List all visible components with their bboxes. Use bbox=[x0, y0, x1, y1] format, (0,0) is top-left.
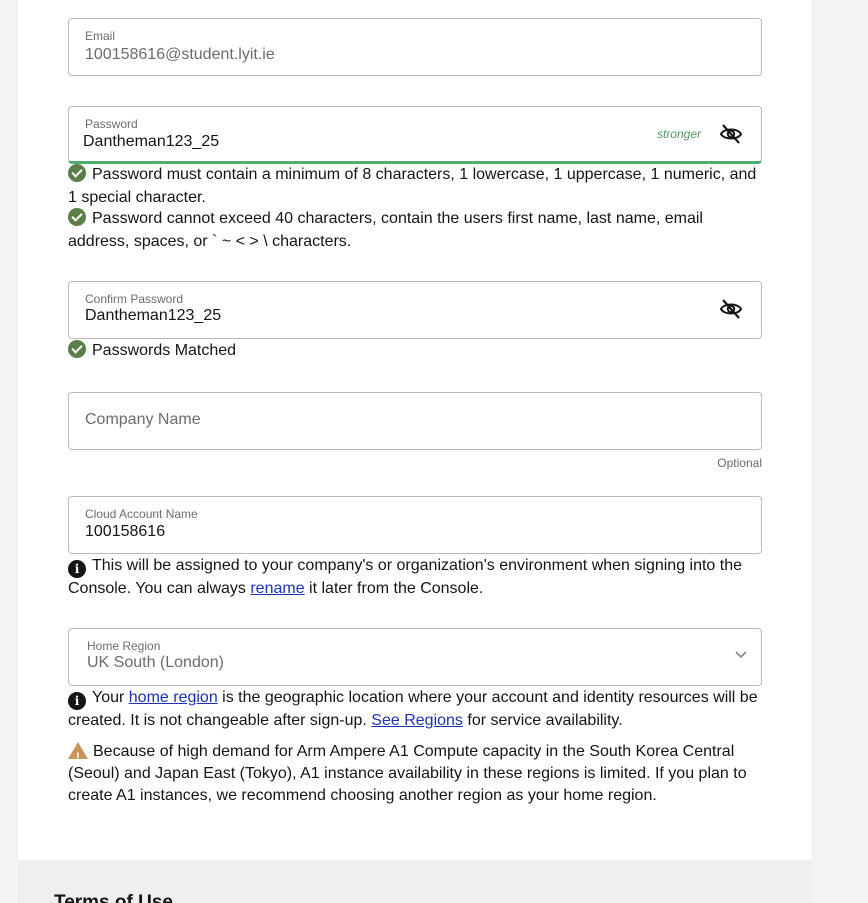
password-rule-length: Password must contain a minimum of 8 cha… bbox=[68, 164, 768, 209]
eye-off-icon[interactable] bbox=[719, 297, 743, 321]
password-value: Dantheman123_25 bbox=[83, 133, 220, 150]
home-region-link[interactable]: home region bbox=[129, 689, 218, 706]
a1-capacity-warning-text: Because of high demand for Arm Ampere A1… bbox=[68, 743, 747, 804]
home-region-value: UK South (London) bbox=[87, 654, 224, 671]
company-optional-label: Optional bbox=[717, 456, 762, 470]
cloud-account-name-field[interactable]: Cloud Account Name 100158616 bbox=[68, 496, 762, 554]
warning-icon: ! bbox=[68, 742, 88, 763]
email-value: 100158616@student.lyit.ie bbox=[85, 46, 275, 63]
password-field[interactable]: Password Dantheman123_25 stronger bbox=[68, 106, 762, 164]
chevron-down-icon bbox=[735, 651, 747, 659]
home-region-select[interactable]: Home Region UK South (London) bbox=[68, 628, 762, 686]
email-label: Email bbox=[85, 29, 116, 43]
password-strength-indicator: stronger bbox=[656, 127, 701, 141]
home-region-info-prefix: Your bbox=[92, 689, 129, 706]
check-circle-icon bbox=[68, 164, 86, 182]
terms-of-use-heading: Terms of Use bbox=[54, 892, 173, 903]
cloud-account-name-label: Cloud Account Name bbox=[85, 507, 198, 521]
company-name-placeholder: Company Name bbox=[85, 411, 201, 428]
see-regions-link[interactable]: See Regions bbox=[371, 712, 463, 729]
rename-link[interactable]: rename bbox=[250, 580, 304, 597]
confirm-password-field[interactable]: Confirm Password Dantheman123_25 bbox=[68, 281, 762, 339]
password-rule-length-text: Password must contain a minimum of 8 cha… bbox=[68, 166, 757, 206]
a1-capacity-warning: ! Because of high demand for Arm Ampere A… bbox=[68, 741, 768, 807]
cloud-account-name-value: 100158616 bbox=[85, 523, 166, 540]
info-icon: i bbox=[68, 692, 86, 710]
check-circle-icon bbox=[68, 340, 86, 358]
signup-form-card: Email 100158616@student.lyit.ie Password… bbox=[18, 0, 812, 860]
check-circle-icon bbox=[68, 208, 86, 226]
password-rule-restrictions-text: Password cannot exceed 40 characters, co… bbox=[68, 210, 703, 250]
home-region-info: i Your home region is the geographic loca… bbox=[68, 687, 768, 733]
passwords-matched-message: Passwords Matched bbox=[68, 340, 768, 363]
password-label: Password bbox=[85, 117, 138, 131]
confirm-password-label: Confirm Password bbox=[85, 292, 184, 306]
cloud-account-info-text-2: it later from the Console. bbox=[304, 580, 484, 597]
company-name-field[interactable]: Company Name bbox=[68, 392, 762, 450]
terms-section: Terms of Use bbox=[18, 860, 812, 903]
home-region-label: Home Region bbox=[87, 639, 161, 653]
cloud-account-info: i This will be assigned to your company's… bbox=[68, 555, 768, 601]
passwords-matched-text: Passwords Matched bbox=[92, 342, 237, 359]
home-region-info-suffix: for service availability. bbox=[462, 712, 623, 729]
email-field[interactable]: Email 100158616@student.lyit.ie bbox=[68, 18, 762, 76]
password-rule-restrictions: Password cannot exceed 40 characters, co… bbox=[68, 208, 768, 253]
info-icon: i bbox=[68, 560, 86, 578]
eye-off-icon[interactable] bbox=[719, 122, 743, 146]
confirm-password-value: Dantheman123_25 bbox=[85, 307, 222, 324]
